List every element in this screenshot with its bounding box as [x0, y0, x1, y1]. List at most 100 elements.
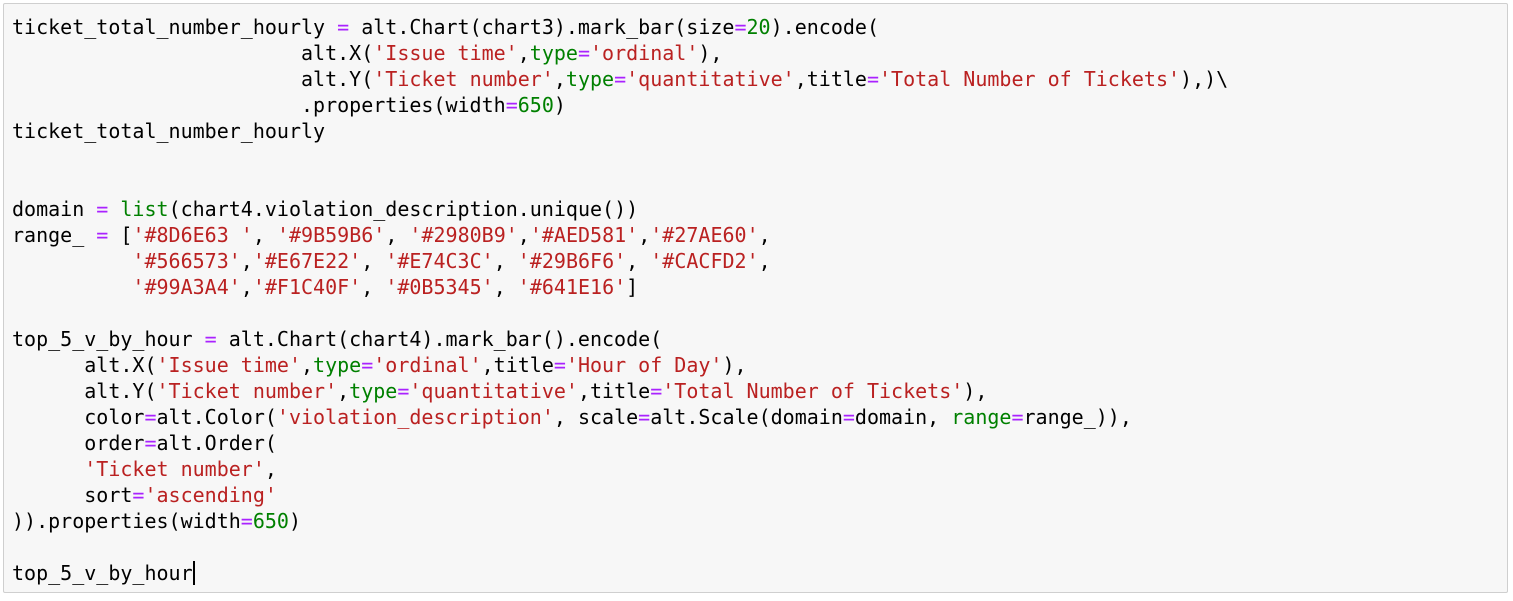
- code-token-default: alt.Y(: [12, 379, 157, 403]
- code-line: order=alt.Order(: [12, 430, 1228, 456]
- code-token-number: 650: [252, 509, 289, 533]
- code-token-string: 'Total Number of Tickets': [662, 379, 964, 403]
- code-token-default: alt.Chart(chart4).mark_bar().encode(: [216, 327, 663, 351]
- code-line: alt.Y('Ticket number',type='quantitative…: [12, 66, 1228, 92]
- code-token-default: ticket_total_number_hourly: [12, 15, 338, 39]
- code-token-kwarg: type: [349, 379, 398, 403]
- code-token-string: '#E67E22': [252, 249, 362, 273]
- code-token-kwarg: type: [565, 67, 615, 91]
- code-token-string: 'Ticket number': [373, 67, 554, 91]
- code-line: range_ = ['#8D6E63 ', '#9B59B6', '#2980B…: [12, 222, 1228, 248]
- code-token-operator: =: [1011, 405, 1024, 429]
- code-token-kwarg: type: [529, 41, 578, 65]
- code-token-operator: =: [204, 327, 217, 351]
- code-token-operator: =: [614, 67, 627, 91]
- code-token-default: ,: [301, 353, 314, 377]
- text-cursor: [192, 561, 195, 585]
- code-token-default: ,: [638, 223, 651, 247]
- code-token-operator: =: [650, 379, 663, 403]
- code-token-default: ),: [722, 353, 747, 377]
- code-token-string: 'quantitative': [626, 67, 795, 91]
- code-token-default: ),)\: [1180, 67, 1229, 91]
- code-token-default: [12, 457, 84, 481]
- code-token-default: top_5_v_by_hour: [12, 561, 193, 585]
- code-token-operator: =: [96, 197, 109, 221]
- code-editor-text[interactable]: ticket_total_number_hourly = alt.Chart(c…: [12, 14, 1228, 586]
- code-token-default: ,title: [577, 379, 651, 403]
- code-token-operator: =: [361, 353, 374, 377]
- code-token-default: ): [553, 93, 566, 117]
- code-token-default: range_: [12, 223, 97, 247]
- code-line: alt.X('Issue time',type='ordinal'),: [12, 40, 1228, 66]
- code-token-default: ,: [385, 223, 410, 247]
- code-token-default: ,: [493, 249, 518, 273]
- code-token-operator: =: [144, 431, 157, 455]
- code-token-operator: =: [96, 223, 109, 247]
- code-token-default: alt.Y(: [12, 67, 374, 91]
- code-token-default: ,: [517, 223, 530, 247]
- code-token-default: ,: [758, 249, 771, 273]
- code-token-default: sort: [12, 483, 133, 507]
- code-token-string: 'Issue time': [156, 353, 302, 377]
- code-line: '#566573','#E67E22', '#E74C3C', '#29B6F6…: [12, 248, 1228, 274]
- code-token-default: ]: [626, 275, 639, 299]
- code-token-operator: =: [505, 93, 518, 117]
- code-token-default: [12, 249, 132, 273]
- code-token-default: ,title: [794, 67, 867, 91]
- code-token-default: ,title: [481, 353, 554, 377]
- code-token-operator: =: [866, 67, 879, 91]
- code-token-string: '#2980B9': [409, 223, 518, 247]
- code-token-default: ,: [361, 275, 386, 299]
- code-line: top_5_v_by_hour: [12, 560, 1228, 586]
- code-line: sort='ascending': [12, 482, 1228, 508]
- code-line: '#99A3A4','#F1C40F', '#0B5345', '#641E16…: [12, 274, 1228, 300]
- code-token-default: ,: [493, 275, 518, 299]
- code-token-number: 650: [517, 93, 554, 117]
- code-token-operator: =: [842, 405, 855, 429]
- code-line: alt.Y('Ticket number',type='quantitative…: [12, 378, 1228, 404]
- code-token-default: ,: [240, 249, 253, 273]
- code-token-string: 'ordinal': [590, 41, 699, 65]
- code-token-string: 'violation_description': [276, 405, 554, 429]
- code-token-string: 'Hour of Day': [565, 353, 723, 377]
- code-token-string: '#29B6F6': [517, 249, 627, 273]
- code-token-default: ,: [626, 249, 651, 273]
- code-token-default: , scale: [553, 405, 639, 429]
- code-token-string: '#F1C40F': [252, 275, 362, 299]
- code-token-default: range_)),: [1023, 405, 1132, 429]
- code-token-string: 'ascending': [144, 483, 277, 507]
- code-cell-editor[interactable]: ticket_total_number_hourly = alt.Chart(c…: [3, 3, 1508, 593]
- code-token-default: alt.X(: [12, 353, 157, 377]
- code-token-number: 20: [746, 15, 771, 39]
- code-token-operator: =: [734, 15, 747, 39]
- code-token-default: domain,: [854, 405, 952, 429]
- code-token-default: ,: [517, 41, 530, 65]
- code-line: color=alt.Color('violation_description',…: [12, 404, 1228, 430]
- code-token-default: .properties(width: [12, 93, 506, 117]
- code-line: ticket_total_number_hourly = alt.Chart(c…: [12, 14, 1228, 40]
- code-token-string: 'Issue time': [373, 41, 518, 65]
- code-token-builtin: list: [120, 197, 169, 221]
- code-token-default: alt.X(: [12, 41, 374, 65]
- code-token-string: '#AED581': [529, 223, 639, 247]
- code-token-default: ,: [758, 223, 771, 247]
- code-token-default: ,: [240, 275, 253, 299]
- code-token-default: ,: [361, 249, 386, 273]
- code-line: top_5_v_by_hour = alt.Chart(chart4).mark…: [12, 326, 1228, 352]
- code-token-string: 'quantitative': [409, 379, 578, 403]
- code-token-operator: =: [132, 483, 145, 507]
- code-token-string: '#CACFD2': [650, 249, 759, 273]
- code-token-default: [: [108, 223, 133, 247]
- code-token-default: alt.Chart(chart3).mark_bar(size: [349, 15, 735, 39]
- code-token-string: '#8D6E63 ': [132, 223, 253, 247]
- code-token-default: ,: [264, 457, 277, 481]
- code-token-string: '#E74C3C': [385, 249, 494, 273]
- code-token-default: alt.Color(: [156, 405, 277, 429]
- code-token-default: alt.Scale(domain: [650, 405, 843, 429]
- code-token-default: ,: [553, 67, 566, 91]
- code-token-builtin: range: [951, 405, 1012, 429]
- code-token-string: 'ordinal': [373, 353, 482, 377]
